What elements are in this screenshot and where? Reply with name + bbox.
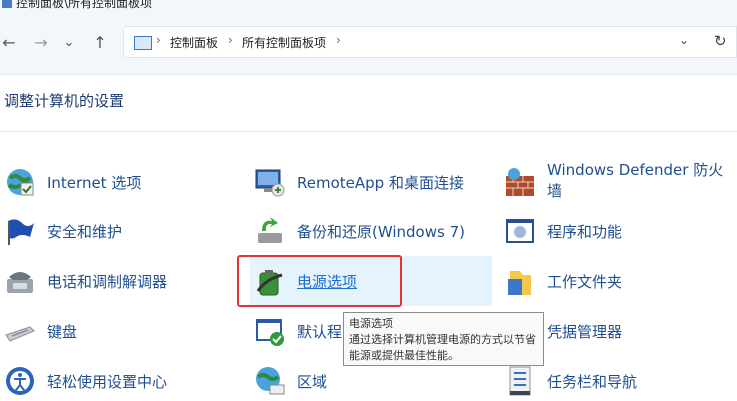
breadcrumb-separator[interactable]: › bbox=[336, 33, 341, 47]
forward-button[interactable]: → bbox=[30, 30, 52, 54]
item-label: 任务栏和导航 bbox=[547, 373, 638, 391]
item-windows-defender-firewall[interactable]: Windows Defender 防火墙 bbox=[504, 161, 734, 202]
default-programs-icon bbox=[256, 319, 284, 346]
accessibility-icon bbox=[6, 367, 34, 395]
backup-icon bbox=[258, 217, 282, 243]
arrow-left-icon: ← bbox=[2, 32, 16, 52]
programs-icon bbox=[506, 219, 534, 243]
item-label: 区域 bbox=[297, 373, 328, 391]
item-programs-features[interactable]: 程序和功能 bbox=[504, 211, 704, 251]
breadcrumb-separator: › bbox=[156, 33, 161, 47]
item-label: Windows Defender 防火墙 bbox=[547, 161, 724, 200]
chevron-down-icon: ⌄ bbox=[63, 34, 75, 50]
firewall-icon bbox=[506, 168, 534, 196]
item-label: 工作文件夹 bbox=[547, 273, 623, 291]
breadcrumb-all-items[interactable]: 所有控制面板项 bbox=[242, 34, 326, 51]
tooltip-title: 电源选项 bbox=[349, 317, 393, 330]
globe-icon bbox=[7, 169, 34, 196]
remote-desktop-icon bbox=[255, 169, 285, 197]
back-button[interactable]: ← bbox=[0, 30, 20, 54]
page-title: 调整计算机的设置 bbox=[4, 92, 125, 110]
item-label: 轻松使用设置中心 bbox=[47, 373, 168, 391]
item-backup-restore[interactable]: 备份和还原(Windows 7) bbox=[254, 211, 484, 251]
item-label: Internet 选项 bbox=[47, 174, 142, 192]
divider bbox=[0, 131, 737, 132]
item-taskbar-navigation[interactable]: 任务栏和导航 bbox=[504, 361, 704, 401]
control-panel-icon bbox=[2, 0, 12, 8]
item-remoteapp[interactable]: RemoteApp 和桌面连接 bbox=[254, 162, 484, 202]
item-ease-of-access[interactable]: 轻松使用设置中心 bbox=[4, 361, 204, 401]
item-phone-modem[interactable]: 电话和调制解调器 bbox=[4, 261, 204, 301]
item-label: 备份和还原(Windows 7) bbox=[297, 223, 465, 241]
highlight-box bbox=[237, 255, 402, 307]
keyboard-icon bbox=[5, 326, 35, 342]
address-bar[interactable]: › 控制面板 › 所有控制面板项 › ⌄ ↻ bbox=[123, 26, 737, 58]
arrow-right-icon: → bbox=[34, 32, 48, 52]
item-region[interactable]: 区域 bbox=[254, 361, 454, 401]
item-label: 默认程 bbox=[297, 323, 343, 341]
window-title: 控制面板\所有控制面板项 bbox=[16, 0, 153, 10]
address-dropdown-button[interactable]: ⌄ bbox=[679, 33, 689, 47]
power-options-tooltip: 电源选项 通过选择计算机管理电源的方式以节省能源或提供最佳性能。 bbox=[343, 312, 544, 366]
region-globe-icon bbox=[256, 367, 285, 395]
item-label: 凭据管理器 bbox=[547, 323, 623, 341]
control-panel-icon bbox=[134, 36, 152, 50]
arrow-up-icon: ↑ bbox=[93, 32, 107, 52]
item-work-folders[interactable]: 工作文件夹 bbox=[504, 261, 704, 301]
taskbar-icon bbox=[509, 366, 531, 396]
recent-locations-button[interactable]: ⌄ bbox=[58, 30, 80, 54]
item-internet-options[interactable]: Internet 选项 bbox=[4, 162, 204, 202]
title-bar: 控制面板\所有控制面板项 bbox=[0, 0, 737, 12]
item-security-maintenance[interactable]: 安全和维护 bbox=[4, 211, 204, 251]
item-label: 键盘 bbox=[47, 323, 78, 341]
refresh-button[interactable]: ↻ bbox=[714, 32, 727, 50]
up-button[interactable]: ↑ bbox=[89, 30, 111, 54]
flag-icon bbox=[8, 219, 34, 245]
folder-icon bbox=[508, 271, 531, 295]
item-label: 安全和维护 bbox=[47, 223, 123, 241]
item-keyboard[interactable]: 键盘 bbox=[4, 311, 204, 351]
phone-icon bbox=[7, 272, 33, 293]
item-label: 电话和调制解调器 bbox=[47, 273, 168, 291]
item-label: 程序和功能 bbox=[547, 223, 623, 241]
item-default-programs[interactable]: 默认程 bbox=[254, 311, 354, 351]
breadcrumb-separator[interactable]: › bbox=[228, 33, 233, 47]
breadcrumb-control-panel[interactable]: 控制面板 bbox=[170, 34, 218, 51]
navigation-bar: ← → ⌄ ↑ › 控制面板 › 所有控制面板项 › ⌄ ↻ bbox=[0, 12, 737, 75]
tooltip-body: 通过选择计算机管理电源的方式以节省能源或提供最佳性能。 bbox=[349, 333, 536, 362]
item-label: RemoteApp 和桌面连接 bbox=[297, 174, 464, 192]
